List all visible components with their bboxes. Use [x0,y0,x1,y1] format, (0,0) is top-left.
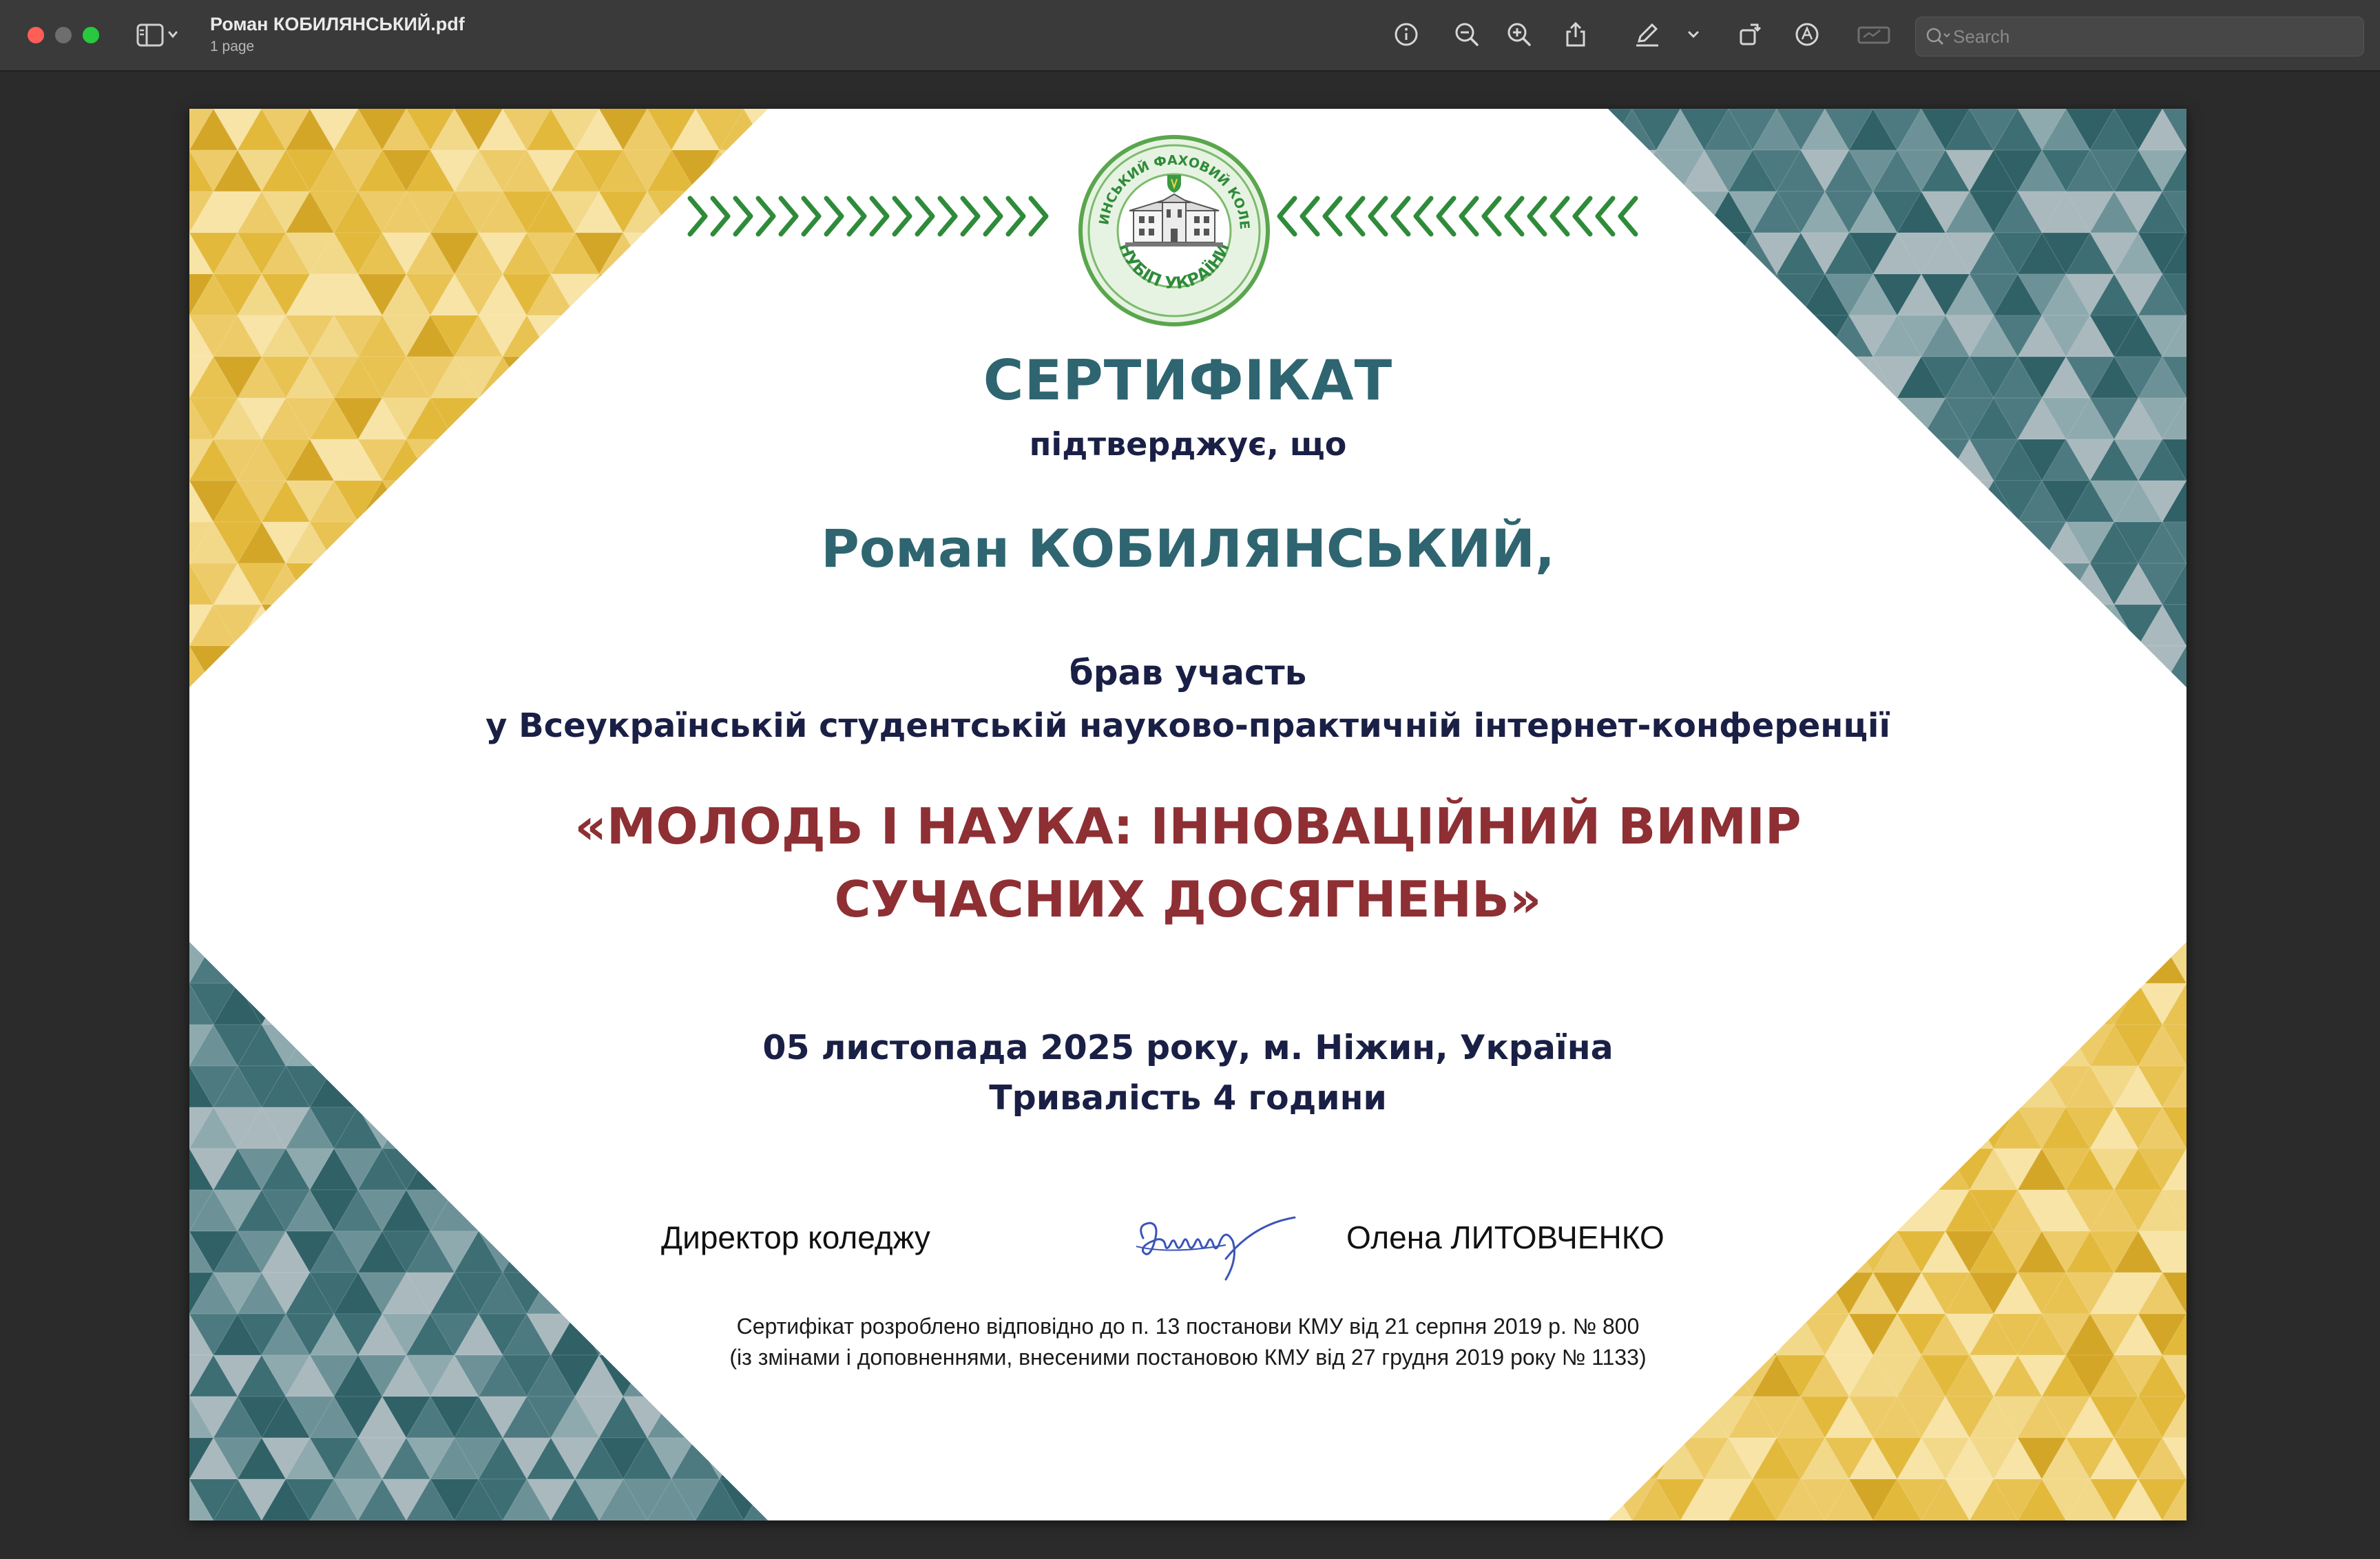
info-button[interactable] [1392,21,1420,48]
legal-note-line-2: (із змінами і доповненнями, внесеними по… [729,1345,1647,1370]
sidebar-icon [136,23,178,47]
markup-menu-button[interactable] [1683,21,1704,48]
document-page-count: 1 page [210,39,255,54]
chevron-ornament-left [687,196,1049,237]
share-button[interactable] [1562,21,1589,48]
certificate-title: СЕРТИФІКАТ [983,348,1393,412]
document-title: Роман КОБИЛЯНСЬКИЙ.pdf [210,14,465,34]
signature-image [1136,1216,1296,1281]
chevron-down-icon [1688,31,1699,39]
signer-role: Директор коледжу [661,1220,930,1255]
conference-theme-line-2: СУЧАСНИХ ДОСЯГНЕНЬ» [834,870,1542,928]
annotate-button[interactable] [1793,21,1821,48]
zoom-in-button[interactable] [1505,21,1533,48]
recipient-name: Роман КОБИЛЯНСЬКИЙ, [821,518,1555,579]
close-window-button[interactable] [28,27,44,43]
minimize-window-button[interactable] [55,27,72,43]
maximize-window-button[interactable] [83,27,99,43]
sign-button[interactable] [1857,21,1891,48]
share-icon [1566,21,1585,47]
conference-theme-line-1: «МОЛОДЬ І НАУКА: ІННОВАЦІЙНИЙ ВИМІР [574,797,1802,855]
info-icon [1395,23,1418,46]
date-and-place: 05 листопада 2025 року, м. Ніжин, Україн… [762,1028,1614,1067]
duration-text: Тривалість 4 години [989,1078,1387,1118]
rotate-icon [1740,23,1762,45]
conference-name: у Всеукраїнській студентській науково-пр… [486,707,1890,745]
sign-icon [1857,26,1890,44]
annotate-icon [1795,23,1819,46]
pdf-page: НІЖИНСЬКИЙ ФАХОВИЙ КОЛЕДЖ НУБІП УКРАЇНИ … [189,109,2186,1520]
legal-note-line-1: Сертифікат розроблено відповідно до п. 1… [736,1314,1640,1339]
window-titlebar: Роман КОБИЛЯНСЬКИЙ.pdf 1 page [0,0,2380,72]
certificate-confirms: підтверджує, що [1029,426,1347,463]
chevron-ornament-right [1277,196,1638,237]
search-field[interactable] [1915,17,2364,56]
zoom-out-button[interactable] [1453,21,1481,48]
signer-name: Олена ЛИТОВЧЕНКО [1346,1220,1664,1255]
participation-text: брав участь [1069,653,1307,693]
search-input[interactable] [1952,24,2354,49]
rotate-button[interactable] [1737,21,1764,48]
zoom-in-icon [1507,23,1531,46]
sidebar-toggle-button[interactable] [136,22,180,48]
search-icon [1926,28,1950,45]
markup-pen-icon [1636,23,1658,47]
zoom-out-icon [1455,23,1479,46]
college-logo: НІЖИНСЬКИЙ ФАХОВИЙ КОЛЕДЖ НУБІП УКРАЇНИ [1077,134,1270,326]
markup-button[interactable] [1633,21,1661,48]
